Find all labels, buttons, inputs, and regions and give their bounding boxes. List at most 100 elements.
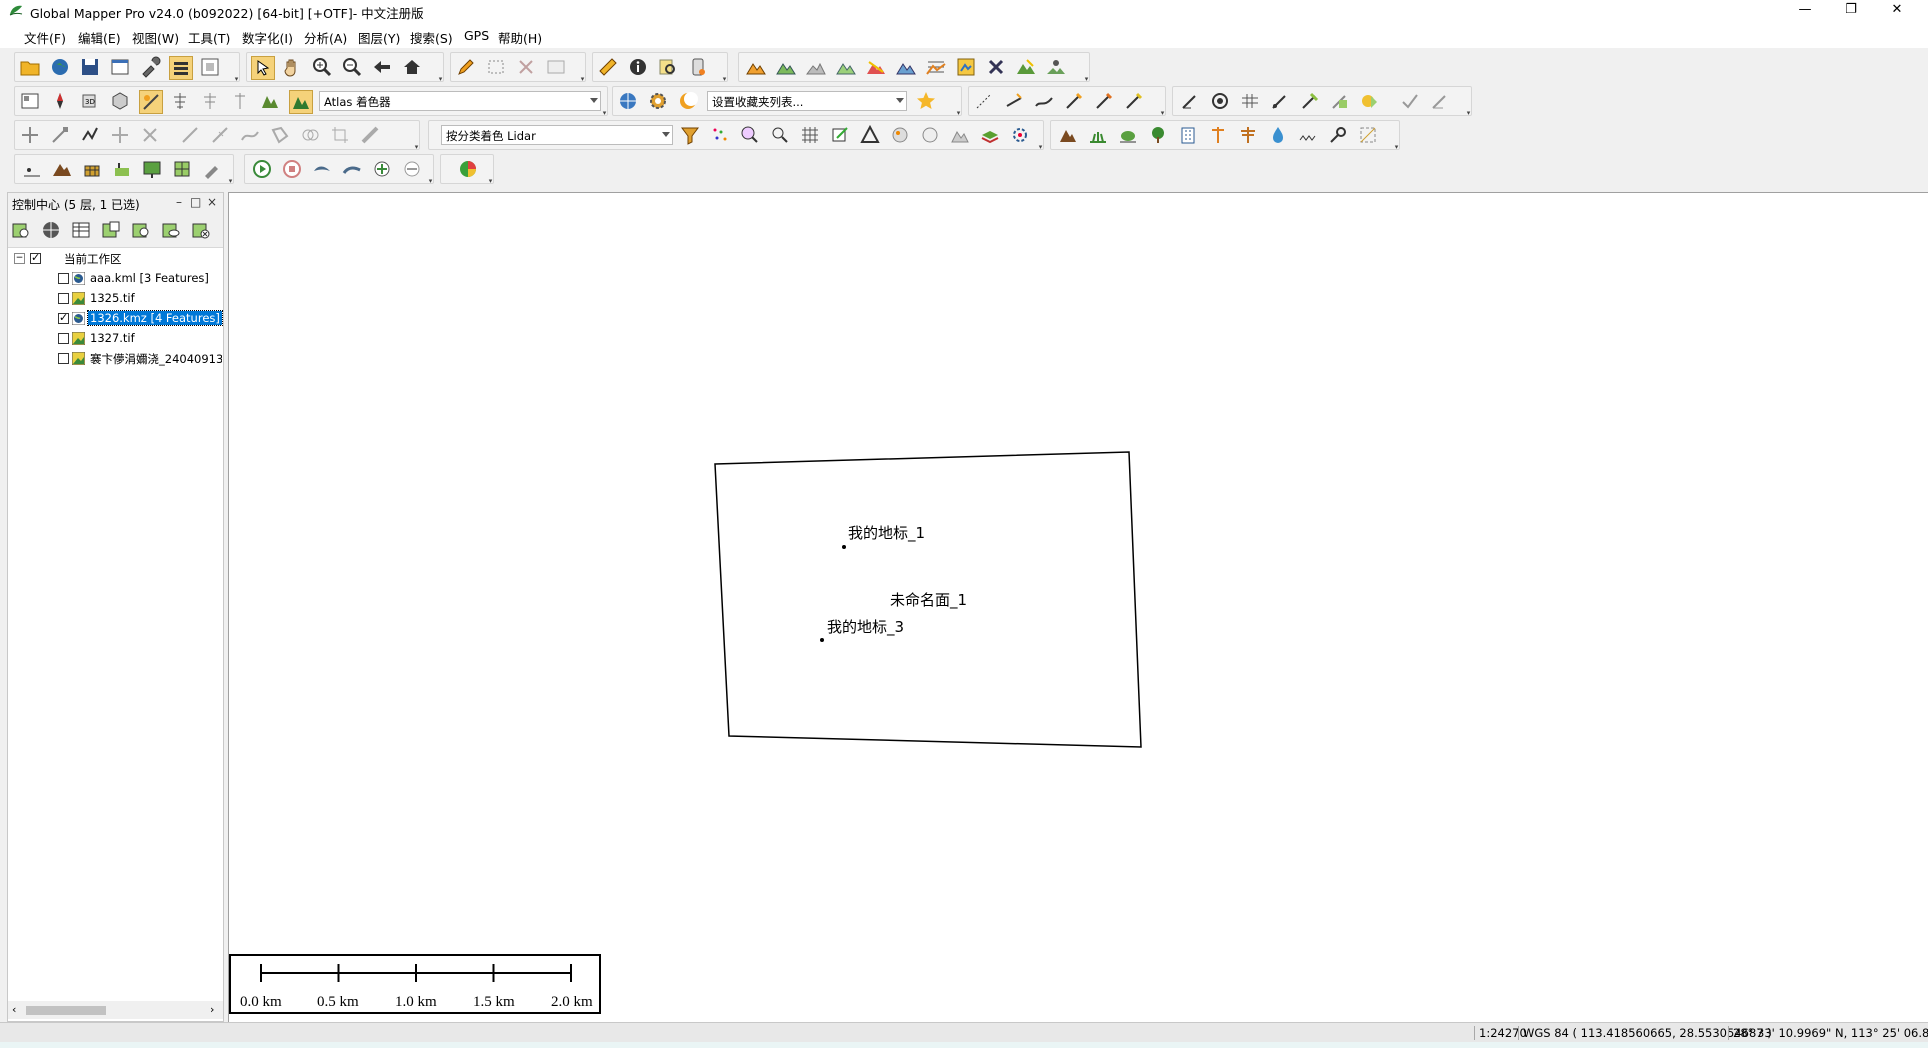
layer-checkbox[interactable] <box>58 293 69 304</box>
menu-edit[interactable]: 编辑(E) <box>78 28 121 47</box>
cube-icon[interactable] <box>109 90 131 112</box>
cross-tool-icon[interactable] <box>985 56 1007 78</box>
watershed-icon[interactable] <box>895 56 917 78</box>
polygon-union-icon[interactable] <box>299 124 321 146</box>
elevation-grid-icon[interactable] <box>925 56 947 78</box>
split-line-icon[interactable] <box>209 124 231 146</box>
rect-select-icon[interactable] <box>485 56 507 78</box>
brush-icon[interactable] <box>201 158 223 180</box>
line-split-icon[interactable] <box>1123 90 1145 112</box>
layer-checkbox[interactable] <box>58 273 69 284</box>
menu-tools[interactable]: 工具(T) <box>188 28 230 47</box>
medium-veg-icon[interactable] <box>1117 124 1139 146</box>
terrain-shader-icon[interactable] <box>259 90 281 112</box>
lidar-tree-icon[interactable] <box>919 124 941 146</box>
lidar-edit-icon[interactable] <box>829 124 851 146</box>
line-draw-icon[interactable] <box>179 124 201 146</box>
online-data-globe-icon[interactable] <box>617 90 639 112</box>
3d-view-icon[interactable]: 3D <box>79 90 101 112</box>
move-vertex-icon[interactable] <box>109 124 131 146</box>
resize-icon[interactable] <box>49 124 71 146</box>
digitize-pencil-icon[interactable] <box>455 56 477 78</box>
line-measure-icon[interactable] <box>1003 90 1025 112</box>
power-line-icon[interactable] <box>1237 124 1259 146</box>
layer-row[interactable]: 1326.kmz [4 Features] <box>12 310 223 328</box>
layer-metadata-icon[interactable] <box>100 219 122 241</box>
projection-globe-icon[interactable] <box>40 219 62 241</box>
shader-params-icon[interactable] <box>199 90 221 112</box>
toolbar-grip-icon[interactable]: ▾ <box>227 178 234 185</box>
open-folder-icon[interactable] <box>19 56 41 78</box>
toolbar-grip-icon[interactable]: ▾ <box>487 178 494 185</box>
attribute-icon[interactable] <box>1359 90 1381 112</box>
add-point-icon[interactable] <box>371 158 393 180</box>
toolbar-grip-icon[interactable]: ▾ <box>427 178 434 185</box>
crop-icon[interactable] <box>329 124 351 146</box>
table-view-icon[interactable] <box>109 56 131 78</box>
polygon-select-icon[interactable] <box>269 124 291 146</box>
contour-icon[interactable] <box>775 56 797 78</box>
grid-surface-icon[interactable] <box>81 158 103 180</box>
collapse-icon[interactable]: − <box>14 253 25 264</box>
key-icon[interactable] <box>1327 124 1349 146</box>
layer-row[interactable]: 褰卞儚涓嬭浇_24040913 <box>12 350 222 368</box>
close-button[interactable]: ✕ <box>1874 0 1920 22</box>
edit-check-icon[interactable] <box>1429 90 1451 112</box>
restore-button[interactable]: ❐ <box>1828 0 1874 22</box>
layer-row[interactable]: 1325.tif <box>12 290 222 308</box>
menu-file[interactable]: 文件(F) <box>24 28 66 47</box>
menu-help[interactable]: 帮助(H) <box>498 28 542 47</box>
scroll-right-icon[interactable]: › <box>210 1003 214 1016</box>
save-icon[interactable] <box>79 56 101 78</box>
close-layer-icon[interactable] <box>190 219 212 241</box>
curve-edit-icon[interactable] <box>239 124 261 146</box>
menu-search[interactable]: 搜索(S) <box>410 28 453 47</box>
globe-icon[interactable] <box>49 56 71 78</box>
layers-stack-icon[interactable] <box>979 124 1001 146</box>
noise-icon[interactable] <box>1297 124 1319 146</box>
mountain-icon[interactable] <box>51 158 73 180</box>
zoom-in-icon[interactable] <box>311 56 333 78</box>
compass-icon[interactable] <box>49 90 71 112</box>
atlas-shader-icon[interactable] <box>289 90 313 114</box>
slope-icon[interactable] <box>1015 56 1037 78</box>
stop-icon[interactable] <box>281 158 303 180</box>
lidar-zoom-icon[interactable] <box>769 124 791 146</box>
vertical-exaggeration-icon[interactable] <box>229 90 251 112</box>
water-icon[interactable] <box>1267 124 1289 146</box>
layer-options-icon[interactable] <box>10 219 32 241</box>
zoom-to-layer-icon[interactable] <box>130 219 152 241</box>
zoom-out-icon[interactable] <box>341 56 363 78</box>
attribute-table-icon[interactable] <box>70 219 92 241</box>
menu-digitize[interactable]: 数字化(I) <box>242 28 293 47</box>
layer-row[interactable]: 1327.tif <box>12 330 222 348</box>
map-view[interactable]: 我的地标_1 我的地标_3 未命名面_1 0.0 km 0.5 km 1.0 k… <box>228 192 1928 1023</box>
layer-checkbox[interactable] <box>58 311 69 324</box>
overview-icon[interactable] <box>19 90 41 112</box>
create-feature-icon[interactable] <box>1179 90 1201 112</box>
hillshade-icon[interactable] <box>139 90 163 114</box>
play-icon[interactable] <box>251 158 273 180</box>
edit-window-icon[interactable] <box>545 56 567 78</box>
settings-gear-icon[interactable] <box>647 90 669 112</box>
lidar-settings-icon[interactable] <box>1009 124 1031 146</box>
shader-combo[interactable]: Atlas 着色器 <box>319 91 601 111</box>
user-terrain-icon[interactable] <box>1045 56 1067 78</box>
layer-checkbox[interactable] <box>58 353 69 364</box>
lidar-color-combo[interactable]: 按分类着色 Lidar <box>441 125 673 145</box>
delete-x-icon[interactable] <box>515 56 537 78</box>
fly-path-icon[interactable] <box>341 158 363 180</box>
lidar-grid-icon[interactable] <box>799 124 821 146</box>
menu-gps[interactable]: GPS <box>464 28 489 43</box>
ruler-icon[interactable] <box>597 56 619 78</box>
terrain-view-icon[interactable] <box>141 158 163 180</box>
high-veg-tree-icon[interactable] <box>1147 124 1169 146</box>
layer-visibility-icon[interactable] <box>160 219 182 241</box>
scissors-icon[interactable] <box>139 124 161 146</box>
power-pole-icon[interactable] <box>1207 124 1229 146</box>
landmark-point[interactable] <box>842 545 846 549</box>
select-tool-icon[interactable] <box>251 56 275 80</box>
line-edit-icon[interactable] <box>1063 90 1085 112</box>
horizontal-scrollbar[interactable]: ‹ › <box>8 1001 223 1019</box>
low-veg-icon[interactable] <box>1087 124 1109 146</box>
